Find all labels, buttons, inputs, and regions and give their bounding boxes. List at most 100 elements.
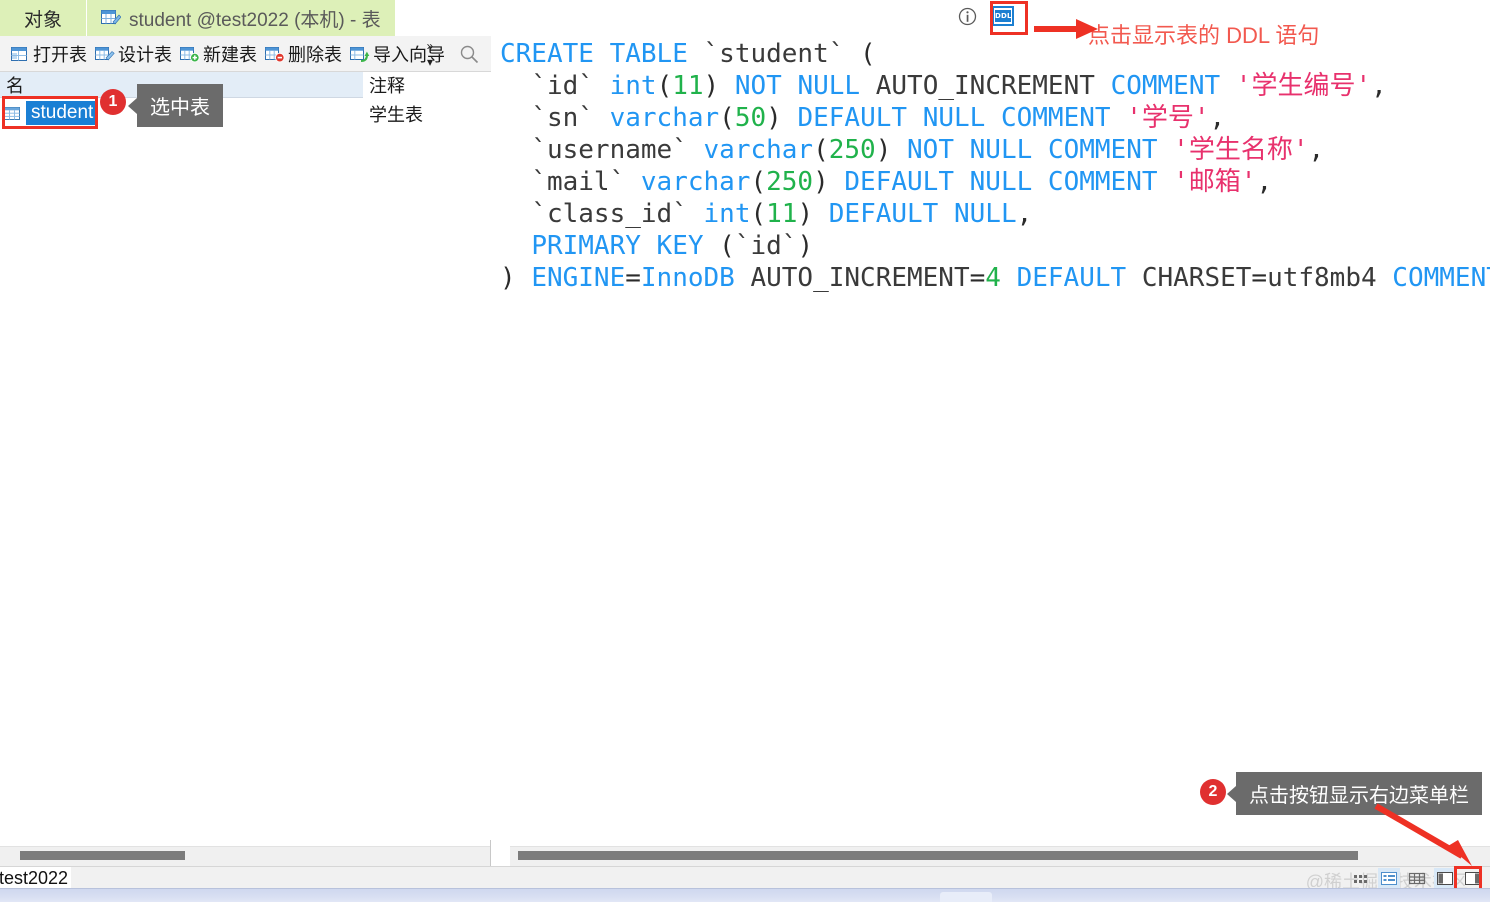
sql-token: ( — [844, 39, 875, 69]
sql-token: `class_id` — [531, 199, 688, 229]
sql-token: = — [1251, 263, 1267, 293]
ddl-sql-code[interactable]: CREATE TABLE `student` ( `id` int(11) NO… — [500, 38, 1490, 294]
design-table-button[interactable]: 设计表 — [91, 39, 176, 69]
ddl-pane: DDL CREATE TABLE `student` ( `id` int(11… — [492, 36, 1490, 866]
sql-token: NOT — [907, 135, 954, 165]
sql-token: NULL — [970, 167, 1033, 197]
sql-token — [1220, 71, 1236, 101]
sql-token — [1001, 263, 1017, 293]
object-grid-header: 名 注释 — [0, 72, 491, 98]
ddl-horizontal-scrollbar[interactable] — [510, 846, 1490, 866]
sql-token: AUTO_INCREMENT — [750, 263, 969, 293]
sql-token: AUTO_INCREMENT — [876, 71, 1095, 101]
sql-token: '邮箱' — [1173, 167, 1256, 197]
os-taskbar — [0, 888, 1490, 902]
sql-token: 50 — [735, 103, 766, 133]
new-table-button[interactable]: 新建表 — [176, 39, 261, 69]
sql-token: NULL — [923, 103, 986, 133]
object-grid-body: student 学生表 — [0, 98, 491, 840]
step-badge-1: 1 — [100, 89, 126, 115]
search-icon[interactable] — [459, 44, 479, 64]
sql-token — [782, 71, 798, 101]
status-bar-view-icons — [1350, 868, 1484, 888]
sql-token: ( — [719, 103, 735, 133]
sql-token: NULL — [970, 135, 1033, 165]
grid-view-icon[interactable] — [1350, 868, 1372, 888]
sql-token: NOT — [735, 71, 782, 101]
left-panel-toggle-icon[interactable] — [1434, 868, 1456, 888]
delete-table-label: 删除表 — [288, 41, 342, 67]
sql-token — [500, 103, 531, 133]
sql-token: , — [1308, 135, 1324, 165]
column-header-comment-label: 注释 — [369, 72, 405, 98]
ddl-scrollbar-thumb[interactable] — [518, 851, 1358, 860]
sql-token: `student` — [704, 39, 845, 69]
taskbar-item[interactable] — [940, 892, 992, 902]
sql-token — [1126, 263, 1142, 293]
ddl-button-highlight — [990, 1, 1028, 35]
delete-table-button[interactable]: 删除表 — [261, 39, 346, 69]
sql-token — [500, 71, 531, 101]
sql-token: ) — [797, 199, 828, 229]
sql-line: `class_id` int(11) DEFAULT NULL, — [500, 198, 1490, 230]
sql-token: = — [625, 263, 641, 293]
sql-token: `mail` — [531, 167, 625, 197]
sql-token: '学生名称' — [1173, 135, 1308, 165]
sql-token — [688, 135, 704, 165]
sql-token: COMMENT — [1001, 103, 1111, 133]
sql-token — [985, 103, 1001, 133]
import-wizard-icon — [350, 45, 370, 63]
open-table-icon — [10, 45, 30, 63]
sql-token: , — [1210, 103, 1226, 133]
sql-token: 11 — [672, 71, 703, 101]
selected-table-highlight — [2, 96, 98, 129]
list-view-icon[interactable] — [1406, 868, 1428, 888]
objects-horizontal-scrollbar[interactable] — [0, 846, 490, 866]
sql-token — [1158, 167, 1174, 197]
sql-line: ) ENGINE=InnoDB AUTO_INCREMENT=4 DEFAULT… — [500, 262, 1490, 294]
sql-token: `id` — [735, 231, 798, 261]
info-icon[interactable] — [958, 7, 977, 26]
sql-token: varchar — [610, 103, 720, 133]
sql-token: NULL — [954, 199, 1017, 229]
sql-token — [594, 39, 610, 69]
design-table-label: 设计表 — [118, 41, 172, 67]
open-table-button[interactable]: 打开表 — [6, 39, 91, 69]
sql-token: COMMENT — [1048, 135, 1158, 165]
sql-token: ) — [813, 167, 844, 197]
sql-line: `id` int(11) NOT NULL AUTO_INCREMENT COM… — [500, 70, 1490, 102]
sql-token — [938, 199, 954, 229]
table-row-comment-label: 学生表 — [369, 101, 423, 127]
sql-token: DEFAULT — [1017, 263, 1127, 293]
sql-token: 250 — [829, 135, 876, 165]
column-header-comment[interactable]: 注释 — [363, 72, 491, 98]
sql-token: DEFAULT — [844, 167, 954, 197]
sql-token: ) — [704, 71, 735, 101]
sql-token — [500, 199, 531, 229]
sql-token — [1032, 167, 1048, 197]
tab-student-table[interactable]: student @test2022 (本机) - 表 — [86, 0, 395, 36]
sql-token — [625, 167, 641, 197]
sql-token: '学号' — [1126, 103, 1209, 133]
sql-token — [735, 263, 751, 293]
form-view-icon[interactable] — [1378, 868, 1400, 888]
sql-token: InnoDB — [641, 263, 735, 293]
sql-token: NULL — [797, 71, 860, 101]
new-table-icon — [180, 45, 200, 63]
sql-token — [860, 71, 876, 101]
sql-token: varchar — [704, 135, 814, 165]
toolbar-overflow-button[interactable]: » ▾ — [419, 38, 441, 70]
sql-token: `username` — [531, 135, 688, 165]
sql-token: , — [1371, 71, 1387, 101]
sql-token — [1158, 135, 1174, 165]
sql-token: 250 — [766, 167, 813, 197]
step-badge-2: 2 — [1200, 779, 1226, 805]
chevron-double-right-icon: » — [427, 40, 434, 52]
tab-objects[interactable]: 对象 — [0, 0, 86, 36]
sql-token: TABLE — [610, 39, 688, 69]
status-bar-database-label: test2022 — [0, 867, 71, 889]
objects-scrollbar-thumb[interactable] — [20, 851, 185, 860]
tab-objects-label: 对象 — [24, 5, 62, 32]
sql-token: COMMENT — [1048, 167, 1158, 197]
sql-token: ( — [704, 231, 735, 261]
